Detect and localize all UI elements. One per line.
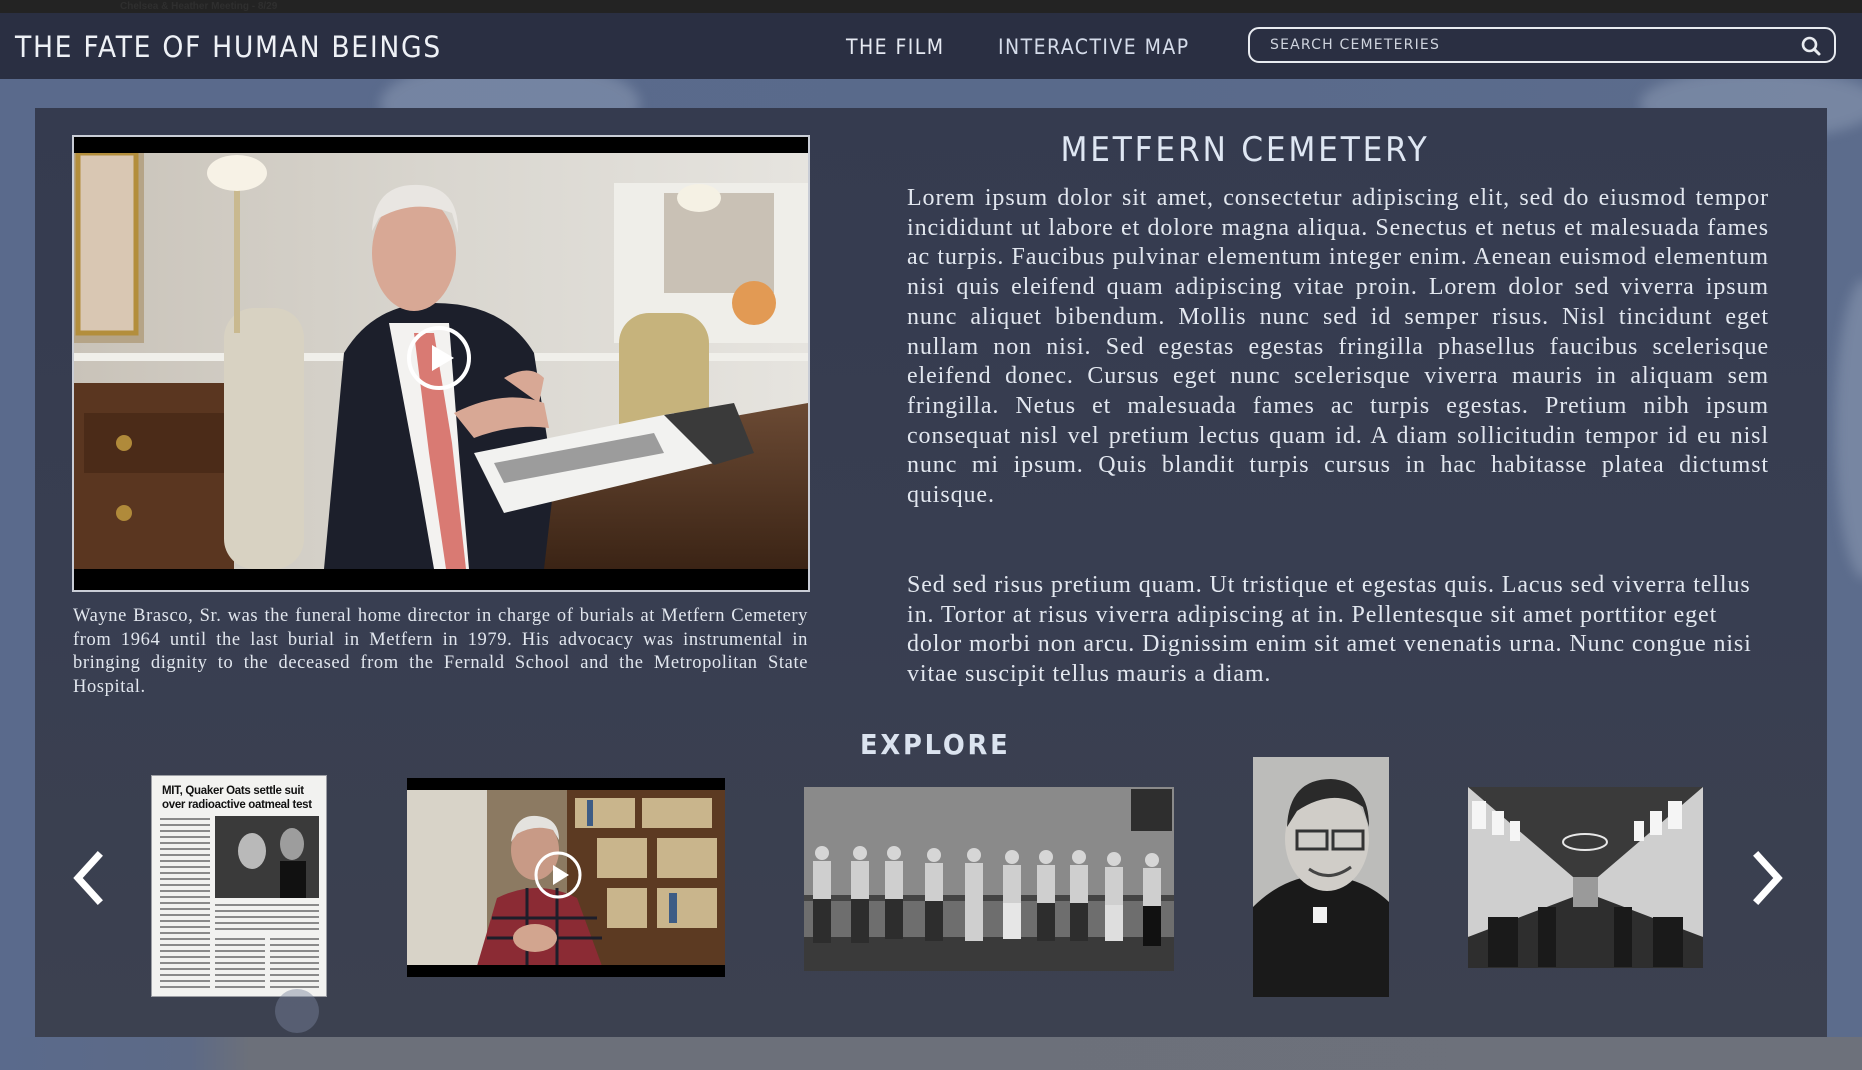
explore-heading: EXPLORE bbox=[860, 728, 1011, 761]
video-caption: Wayne Brasco, Sr. was the funeral home d… bbox=[73, 606, 808, 697]
cursor-indicator bbox=[275, 989, 319, 1033]
play-icon[interactable] bbox=[405, 324, 473, 392]
site-title[interactable]: THE FATE OF HUMAN BEINGS bbox=[15, 30, 442, 64]
background-map-shape bbox=[1835, 279, 1862, 579]
priest-portrait-image bbox=[1253, 757, 1389, 997]
children-photo-image bbox=[804, 787, 1174, 971]
explore-item-newspaper[interactable]: MIT, Quaker Oats settle suit over radioa… bbox=[151, 775, 327, 997]
video-player[interactable] bbox=[72, 135, 810, 592]
newspaper-body bbox=[160, 816, 319, 988]
search-input[interactable] bbox=[1270, 29, 1770, 60]
explore-item-video[interactable] bbox=[407, 778, 725, 977]
dining-hall-image bbox=[1468, 787, 1703, 968]
window-top-strip: Chelsea & Heather Meeting - 8/29 bbox=[0, 0, 1862, 13]
page-background-bottom bbox=[0, 1037, 1862, 1070]
search-box bbox=[1248, 27, 1836, 63]
search-icon[interactable] bbox=[1800, 35, 1822, 57]
description-paragraph: Sed sed risus pretium quam. Ut tristique… bbox=[907, 572, 1752, 688]
chevron-right-icon[interactable] bbox=[1748, 848, 1788, 908]
nav-the-film[interactable]: THE FILM bbox=[846, 35, 945, 59]
description-paragraph: Lorem ipsum dolor sit amet, consectetur … bbox=[907, 185, 1769, 509]
site-header: THE FATE OF HUMAN BEINGS THE FILM INTERA… bbox=[0, 13, 1862, 79]
play-icon[interactable] bbox=[533, 850, 583, 900]
explore-item-priest-portrait[interactable] bbox=[1253, 757, 1389, 997]
chevron-left-icon[interactable] bbox=[68, 848, 108, 908]
explore-item-children-photo[interactable] bbox=[804, 787, 1174, 971]
meeting-title: Chelsea & Heather Meeting - 8/29 bbox=[120, 1, 278, 12]
cemetery-panel: Wayne Brasco, Sr. was the funeral home d… bbox=[35, 108, 1827, 1037]
cemetery-title: METFERN CEMETERY bbox=[1060, 130, 1430, 170]
nav-interactive-map[interactable]: INTERACTIVE MAP bbox=[998, 35, 1190, 59]
explore-item-dining-hall[interactable] bbox=[1468, 787, 1703, 968]
